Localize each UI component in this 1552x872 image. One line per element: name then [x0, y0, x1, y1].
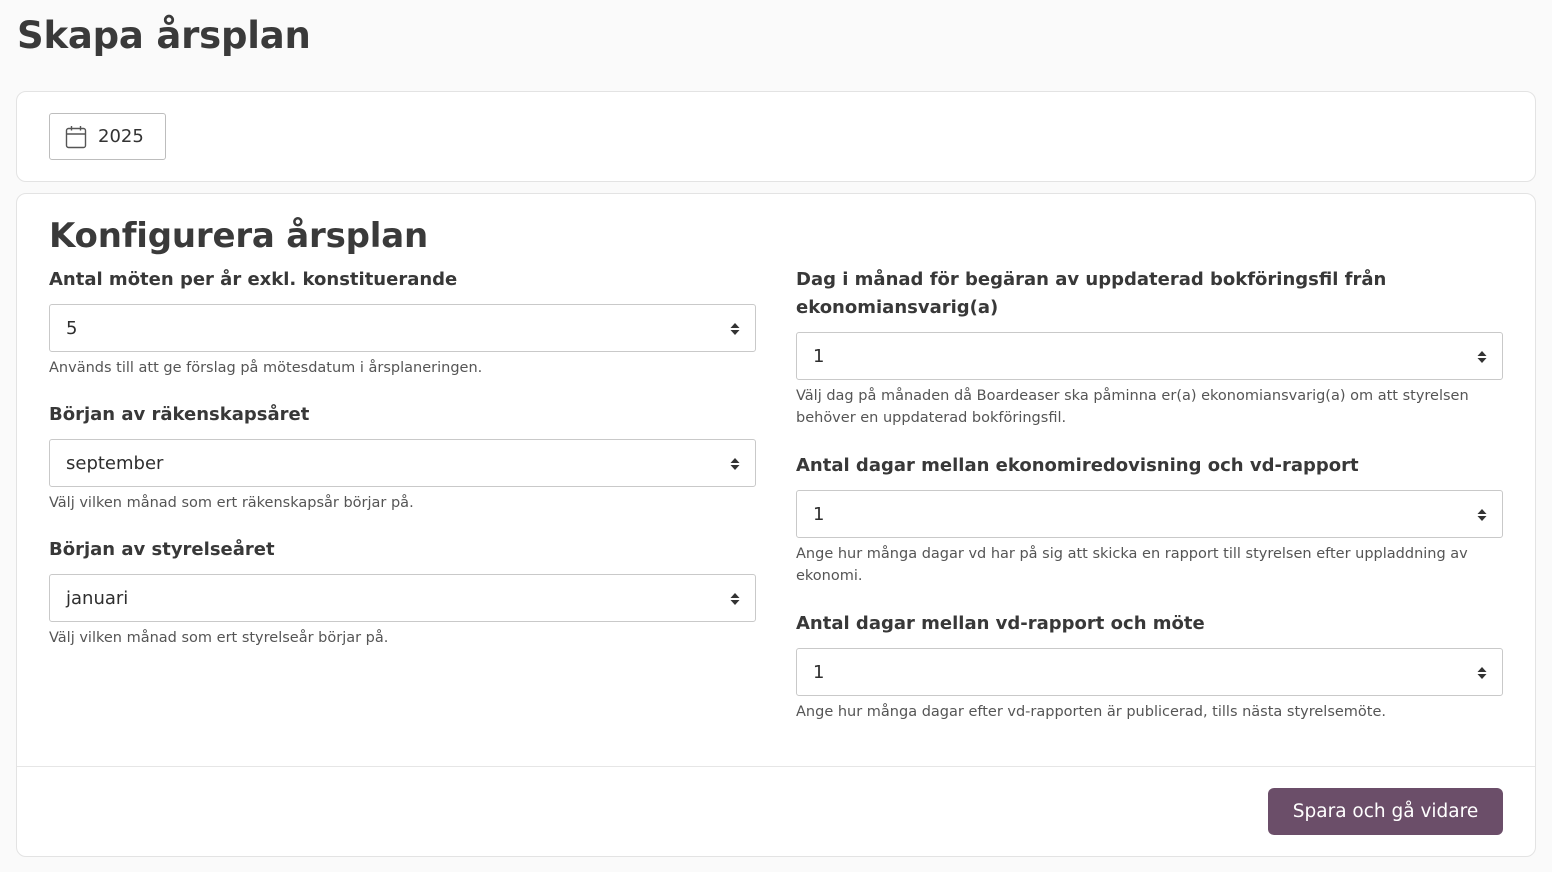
field-bookkeeping-request-day: Dag i månad för begäran av uppdaterad bo…: [796, 266, 1503, 429]
year-picker[interactable]: 2025: [49, 113, 166, 160]
field-label: Dag i månad för begäran av uppdaterad bo…: [796, 269, 1387, 318]
days-finance-to-ceo-report-select[interactable]: 1: [796, 490, 1503, 538]
select-value: 5: [66, 317, 78, 339]
sort-arrows-icon: [730, 593, 740, 605]
field-label: Antal dagar mellan vd-rapport och möte: [796, 613, 1205, 634]
select-value: 1: [813, 661, 825, 683]
meetings-per-year-select[interactable]: 5: [49, 304, 756, 352]
config-card: Konfigurera årsplan Antal möten per år e…: [16, 193, 1536, 857]
select-value: januari: [66, 587, 129, 609]
field-help: Ange hur många dagar vd har på sig att s…: [796, 546, 1468, 584]
field-label: Början av räkenskapsåret: [49, 404, 310, 425]
config-title: Konfigurera årsplan: [49, 216, 428, 256]
sort-arrows-icon: [730, 458, 740, 470]
field-help: Används till att ge förslag på mötesdatu…: [49, 360, 483, 376]
sort-arrows-icon: [1477, 667, 1487, 679]
field-help: Välj vilken månad som ert räkenskapsår b…: [49, 495, 414, 511]
field-board-year-start: Början av styrelseåret januari Välj vilk…: [49, 536, 756, 649]
fiscal-year-start-select[interactable]: september: [49, 439, 756, 487]
field-label: Antal möten per år exkl. konstituerande: [49, 269, 458, 290]
select-value: 1: [813, 503, 825, 525]
field-label: Antal dagar mellan ekonomiredovisning oc…: [796, 455, 1359, 476]
select-value: 1: [813, 345, 825, 367]
save-and-continue-button[interactable]: Spara och gå vidare: [1268, 788, 1503, 835]
field-help: Välj vilken månad som ert styrelseår bör…: [49, 630, 389, 646]
field-meetings-per-year: Antal möten per år exkl. konstituerande …: [49, 266, 756, 379]
bookkeeping-request-day-select[interactable]: 1: [796, 332, 1503, 380]
board-year-start-select[interactable]: januari: [49, 574, 756, 622]
footer-divider: [17, 766, 1535, 767]
field-help: Välj dag på månaden då Boardeaser ska på…: [796, 388, 1469, 426]
year-value: 2025: [98, 126, 144, 147]
sort-arrows-icon: [1477, 509, 1487, 521]
select-value: september: [66, 452, 164, 474]
field-days-ceo-report-to-meeting: Antal dagar mellan vd-rapport och möte 1…: [796, 610, 1503, 723]
calendar-icon: [65, 125, 87, 149]
field-days-finance-to-ceo-report: Antal dagar mellan ekonomiredovisning oc…: [796, 452, 1503, 587]
field-fiscal-year-start: Början av räkenskapsåret september Välj …: [49, 401, 756, 514]
sort-arrows-icon: [730, 323, 740, 335]
sort-arrows-icon: [1477, 351, 1487, 363]
page-title: Skapa årsplan: [17, 14, 311, 57]
days-ceo-report-to-meeting-select[interactable]: 1: [796, 648, 1503, 696]
page: Skapa årsplan 2025 Konfigurera årsplan A…: [0, 0, 1552, 872]
field-help: Ange hur många dagar efter vd-rapporten …: [796, 704, 1387, 720]
field-label: Början av styrelseåret: [49, 539, 275, 560]
year-card: 2025: [16, 91, 1536, 182]
